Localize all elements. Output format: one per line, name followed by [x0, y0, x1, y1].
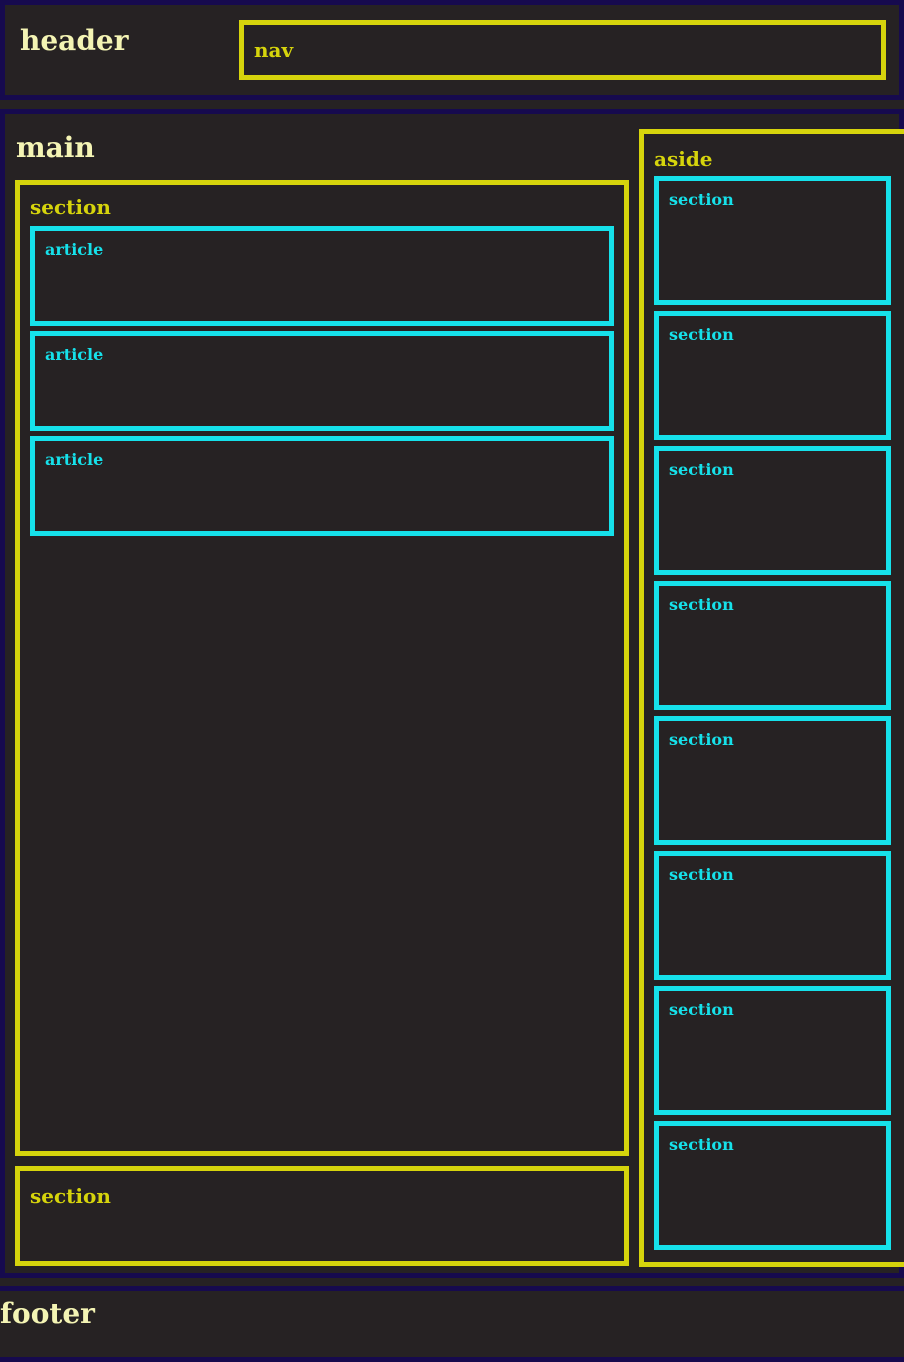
article-label: article: [45, 450, 104, 469]
aside-section-box: section: [654, 311, 891, 440]
aside-section-label: section: [669, 1000, 734, 1019]
aside-section-label: section: [669, 190, 734, 209]
main-section-bottom-label: section: [30, 1184, 111, 1208]
article-label: article: [45, 240, 104, 259]
aside-section-box: section: [654, 986, 891, 1115]
header-region: header nav: [0, 0, 904, 100]
aside-section-label: section: [669, 325, 734, 344]
article-box: article: [30, 436, 614, 536]
aside-section-label: section: [669, 865, 734, 884]
aside-label: aside: [654, 147, 713, 171]
article-label: article: [45, 345, 104, 364]
article-box: article: [30, 331, 614, 431]
aside-section-box: section: [654, 1121, 891, 1250]
aside-region: aside section section section section se…: [639, 129, 904, 1267]
main-section-top: section article article article: [15, 180, 629, 1156]
aside-section-box: section: [654, 446, 891, 575]
aside-section-label: section: [669, 1135, 734, 1154]
aside-section-label: section: [669, 595, 734, 614]
aside-section-box: section: [654, 176, 891, 305]
aside-section-box: section: [654, 581, 891, 710]
aside-section-label: section: [669, 460, 734, 479]
main-label: main: [16, 131, 95, 164]
footer-region: footer: [0, 1286, 904, 1362]
aside-section-box: section: [654, 716, 891, 845]
footer-label: footer: [0, 1297, 95, 1330]
nav-region: nav: [239, 20, 886, 80]
main-region: main section article article article sec…: [0, 109, 904, 1278]
aside-section-label: section: [669, 730, 734, 749]
main-section-bottom: section: [15, 1166, 629, 1266]
article-box: article: [30, 226, 614, 326]
header-label: header: [20, 24, 129, 57]
main-section-top-label: section: [30, 195, 111, 219]
aside-section-box: section: [654, 851, 891, 980]
nav-label: nav: [254, 38, 294, 62]
